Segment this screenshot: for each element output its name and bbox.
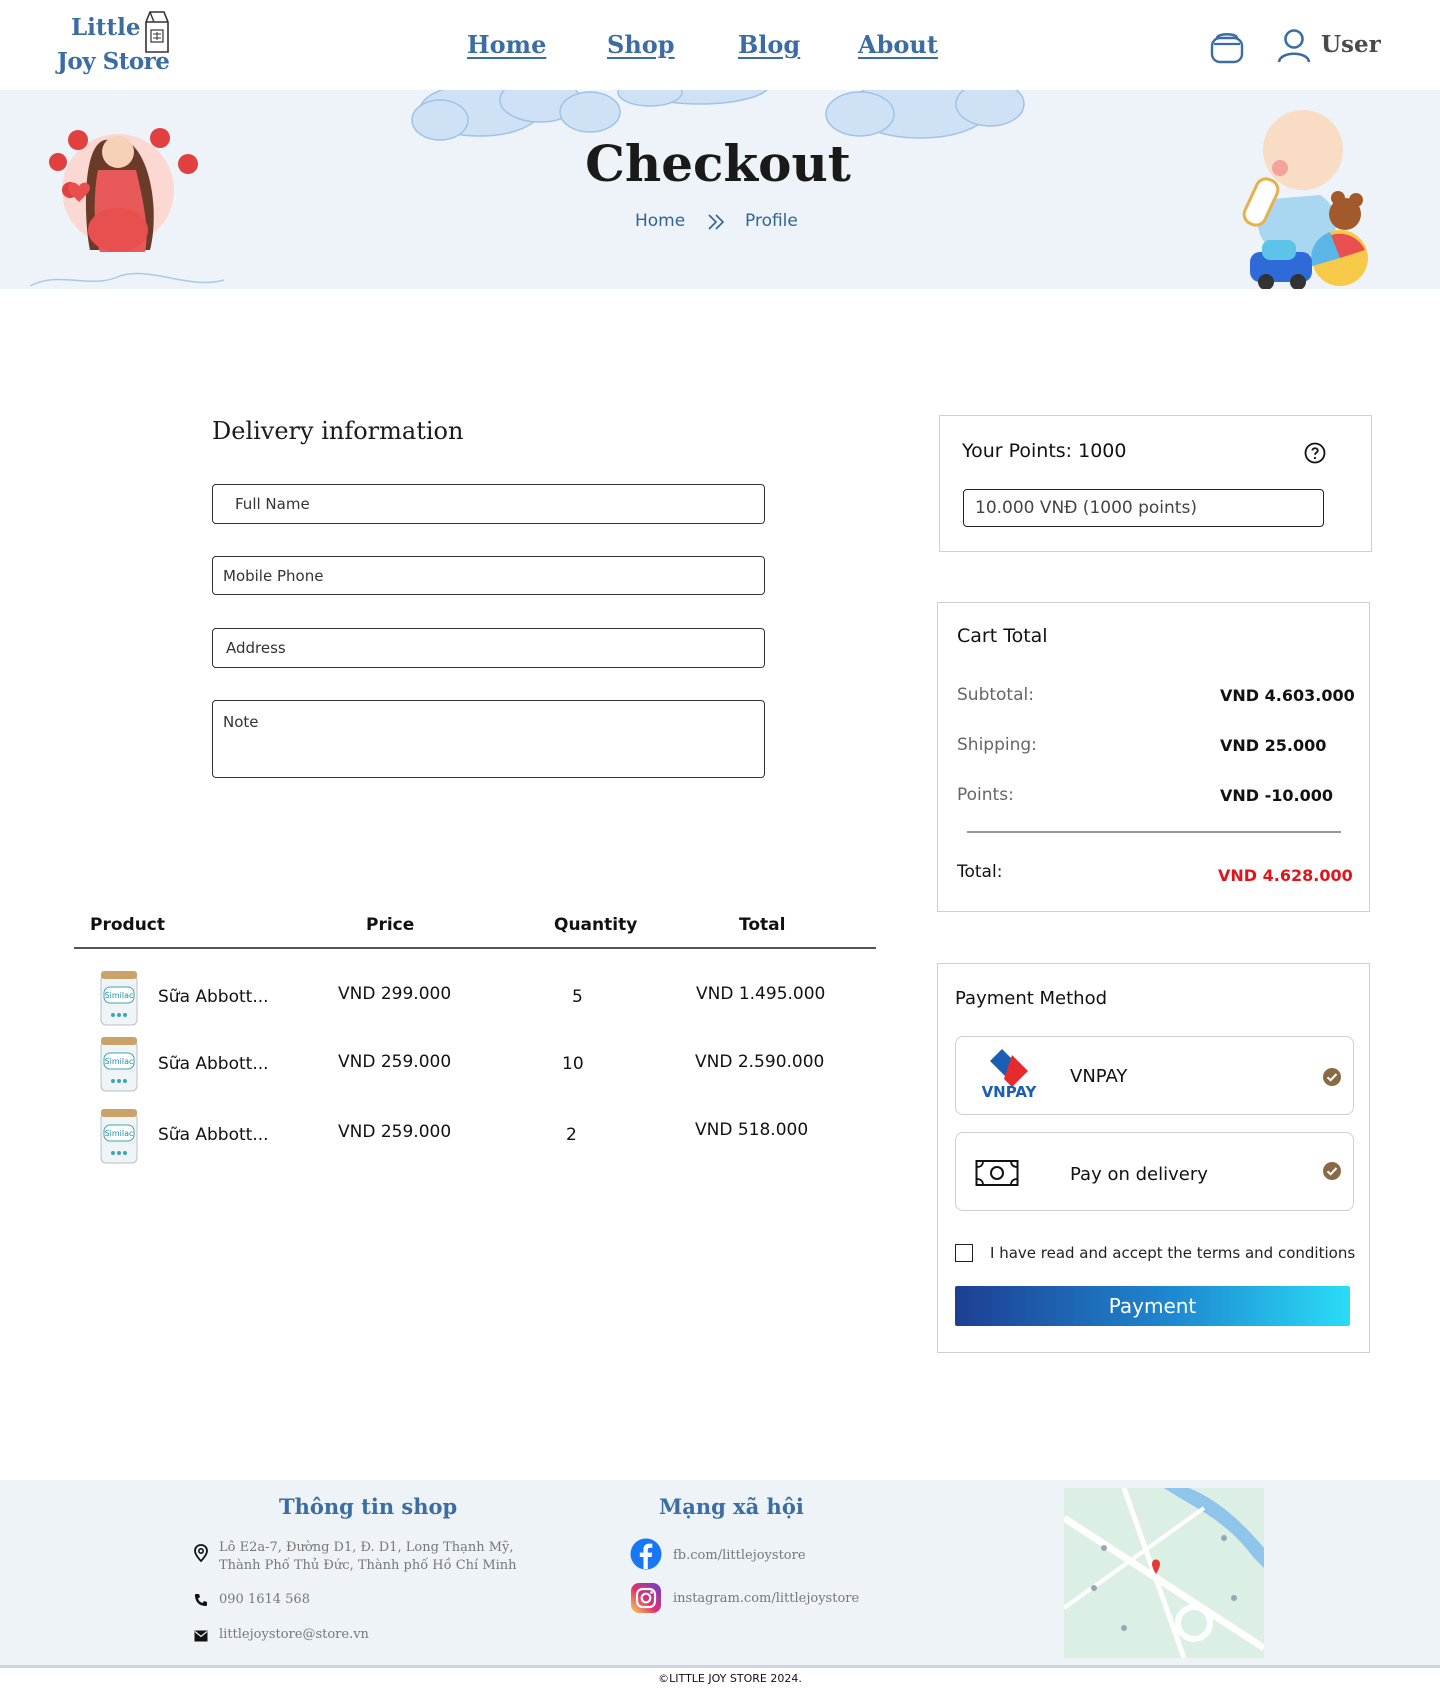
check-circle-icon (1323, 1162, 1341, 1180)
mail-icon (194, 1630, 208, 1642)
location-pin-icon (194, 1544, 208, 1562)
nav-about-link[interactable]: About (858, 30, 938, 59)
address-input[interactable] (213, 629, 764, 667)
user-label[interactable]: User (1321, 31, 1381, 58)
address-field (212, 628, 765, 668)
full-name-field (212, 484, 765, 524)
cash-icon (975, 1160, 1019, 1186)
points-discount-label: Points: (957, 785, 1014, 805)
column-header-product: Product (90, 915, 165, 935)
note-field (212, 700, 765, 778)
breadcrumb-home[interactable]: Home (635, 211, 685, 231)
product-quantity: 2 (566, 1125, 577, 1145)
footer-address-line1: Lô E2a-7, Đường D1, Đ. D1, Long Thạnh Mỹ… (219, 1540, 514, 1555)
map-graphic (1064, 1488, 1264, 1658)
note-textarea[interactable] (213, 701, 764, 777)
logo-text-line2: Joy Store (57, 48, 170, 75)
payment-option-label: VNPAY (1070, 1066, 1128, 1087)
shipping-label: Shipping: (957, 735, 1037, 755)
phone-input[interactable] (213, 557, 764, 594)
points-panel: Your Points: 1000 10.000 VNĐ (1000 point… (939, 415, 1372, 552)
cart-divider (967, 831, 1341, 833)
help-icon[interactable] (1303, 441, 1327, 465)
facebook-link[interactable]: fb.com/littlejoystore (673, 1547, 806, 1565)
points-select[interactable]: 10.000 VNĐ (1000 points) (963, 489, 1324, 527)
product-image[interactable]: Similac (98, 969, 140, 1027)
svg-text:VNPAY: VNPAY (982, 1083, 1038, 1101)
double-chevron-right-icon (708, 214, 725, 230)
product-quantity: 5 (572, 987, 583, 1007)
full-name-input[interactable] (213, 485, 764, 523)
nav-shop-link[interactable]: Shop (607, 30, 675, 59)
points-discount-value: VND -10.000 (1220, 786, 1334, 805)
instagram-link[interactable]: instagram.com/littlejoystore (673, 1590, 859, 1608)
logo-text-line1: Little (71, 14, 141, 41)
terms-checkbox[interactable] (955, 1244, 973, 1262)
payment-option-cod[interactable]: Pay on delivery (955, 1132, 1354, 1211)
table-row: Similac Sữa Abbott... VND 259.000 2 VND … (74, 1103, 876, 1165)
cart-total-title: Cart Total (957, 625, 1048, 647)
facebook-icon[interactable] (630, 1538, 662, 1570)
product-name[interactable]: Sữa Abbott... (158, 1125, 269, 1145)
page-title: Checkout (585, 134, 851, 193)
column-header-price: Price (366, 915, 415, 935)
site-header: Little Joy Store Home Shop Blog About Us… (0, 0, 1440, 90)
total-label: Total: (957, 862, 1003, 882)
footer-address-line2: Thành Phố Thủ Đức, Thành phố Hồ Chí Minh (219, 1558, 517, 1573)
product-image[interactable]: Similac (98, 1035, 140, 1093)
product-total: VND 2.590.000 (695, 1052, 825, 1072)
delivery-title: Delivery information (212, 417, 464, 445)
footer-phone[interactable]: 090 1614 568 (219, 1591, 310, 1609)
payment-button[interactable]: Payment (955, 1286, 1350, 1326)
product-price: VND 259.000 (338, 1122, 452, 1142)
store-location-map[interactable] (1064, 1488, 1264, 1658)
total-value: VND 4.628.000 (1218, 866, 1353, 885)
phone-icon (195, 1594, 207, 1606)
terms-label: I have read and accept the terms and con… (990, 1244, 1356, 1262)
product-total: VND 518.000 (695, 1120, 809, 1140)
table-header-divider (74, 947, 876, 949)
footer-shop-title: Thông tin shop (279, 1494, 458, 1519)
user-icon[interactable] (1276, 28, 1312, 64)
product-name[interactable]: Sữa Abbott... (158, 1054, 269, 1074)
shipping-value: VND 25.000 (1220, 736, 1327, 755)
site-footer: Thông tin shop Lô E2a-7, Đường D1, Đ. D1… (0, 1480, 1440, 1668)
product-price: VND 299.000 (338, 984, 452, 1004)
column-header-total: Total (739, 915, 786, 935)
product-total: VND 1.495.000 (696, 984, 826, 1004)
footer-email[interactable]: littlejoystore@store.vn (219, 1626, 369, 1644)
subtotal-label: Subtotal: (957, 685, 1034, 705)
subtotal-value: VND 4.603.000 (1220, 686, 1355, 705)
nav-blog-link[interactable]: Blog (738, 30, 800, 59)
svg-text:Similac: Similac (105, 1057, 134, 1066)
svg-text:Similac: Similac (105, 991, 134, 1000)
column-header-quantity: Quantity (554, 915, 638, 935)
cart-total-panel: Cart Total Subtotal: VND 4.603.000 Shipp… (937, 602, 1370, 912)
footer-social-title: Mạng xã hội (659, 1494, 804, 1519)
product-image[interactable]: Similac (98, 1107, 140, 1165)
table-row: Similac Sữa Abbott... VND 259.000 10 VND… (74, 1031, 876, 1093)
vnpay-logo-icon: VNPAY (982, 1049, 1038, 1101)
shopping-bag-icon[interactable] (1208, 28, 1246, 66)
product-price: VND 259.000 (338, 1052, 452, 1072)
points-title: Your Points: 1000 (962, 440, 1127, 462)
product-name[interactable]: Sữa Abbott... (158, 987, 269, 1007)
payment-method-title: Payment Method (955, 988, 1108, 1009)
table-row: Similac Sữa Abbott... VND 299.000 5 VND … (74, 965, 876, 1027)
phone-field (212, 556, 765, 595)
breadcrumb-current[interactable]: Profile (745, 211, 798, 231)
copyright-text: ©LITTLE JOY STORE 2024. (658, 1672, 802, 1685)
product-quantity: 10 (562, 1054, 584, 1074)
check-circle-icon (1323, 1068, 1341, 1086)
svg-text:Similac: Similac (105, 1129, 134, 1138)
payment-panel: Payment Method VNPAY VNPAY Pay on delive… (937, 963, 1370, 1353)
payment-option-vnpay[interactable]: VNPAY VNPAY (955, 1036, 1354, 1115)
instagram-icon[interactable] (630, 1582, 662, 1614)
payment-option-label: Pay on delivery (1070, 1164, 1208, 1185)
nav-home-link[interactable]: Home (467, 30, 546, 59)
store-logo[interactable]: Little Joy Store (56, 10, 186, 82)
